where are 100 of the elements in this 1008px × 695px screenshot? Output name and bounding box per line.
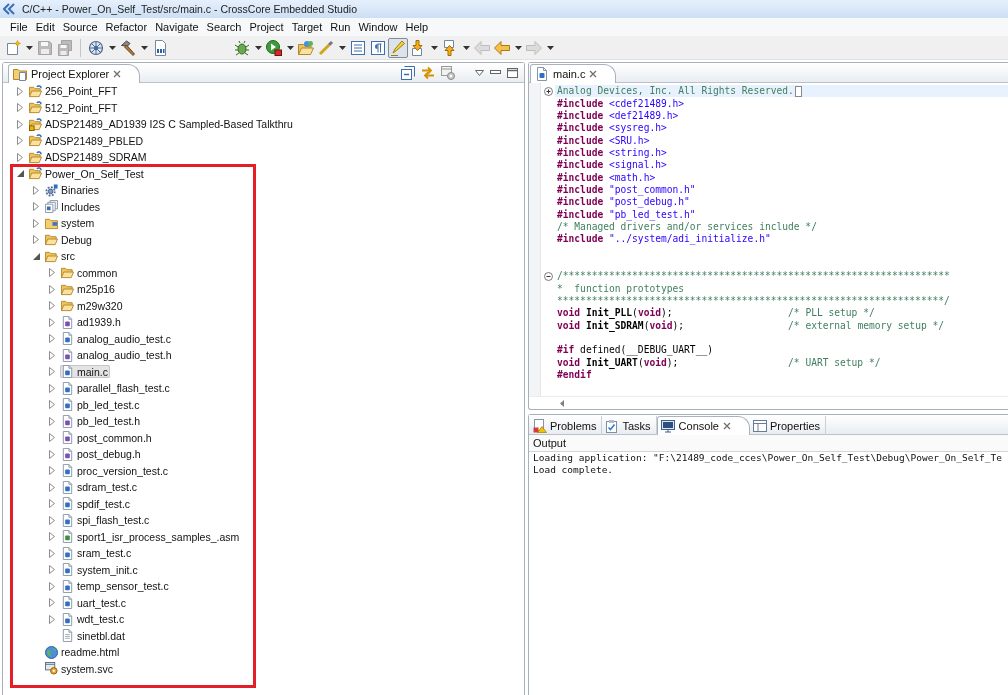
close-icon[interactable]	[113, 70, 122, 78]
caret-icon[interactable]	[254, 45, 262, 50]
view-tab[interactable]: Project Explorer	[8, 64, 141, 83]
tree-item[interactable]: system.svc	[44, 662, 115, 676]
tree-item[interactable]: m25p16	[60, 282, 117, 296]
triangle-icon[interactable]	[17, 86, 23, 96]
triangle-icon[interactable]	[49, 598, 55, 608]
toolbar-button[interactable]	[264, 37, 284, 58]
triangle-icon[interactable]	[33, 235, 39, 245]
tree-item[interactable]: src	[44, 249, 77, 263]
swap-arrows-icon[interactable]	[421, 65, 435, 80]
triangle-icon[interactable]	[17, 103, 23, 113]
triangle-icon[interactable]	[49, 515, 55, 525]
tree-item[interactable]: Binaries	[44, 183, 101, 197]
editor-tab[interactable]: main.c	[530, 64, 617, 83]
triangle-icon[interactable]	[49, 581, 55, 591]
triangle-icon[interactable]	[49, 317, 55, 327]
tree-item[interactable]: ADSP21489_SDRAM	[28, 150, 149, 164]
triangle-icon[interactable]	[49, 301, 55, 311]
caret-icon[interactable]	[108, 45, 116, 50]
tree-item[interactable]: common	[60, 266, 120, 280]
tree-item[interactable]: post_debug.h	[60, 447, 143, 461]
triangle-icon[interactable]	[49, 268, 55, 278]
minimize-icon[interactable]	[490, 70, 501, 75]
tree-item[interactable]: parallel_flash_test.c	[60, 381, 172, 395]
triangle-icon[interactable]	[33, 218, 39, 228]
triangle-icon[interactable]	[49, 565, 55, 575]
tree-item[interactable]: Includes	[44, 200, 103, 214]
tree-item[interactable]: ADSP21489_AD1939 I2S C Sampled-Based Talkthru	[28, 117, 295, 131]
tree-item[interactable]: pb_led_test.c	[60, 398, 142, 412]
menu-item[interactable]: Refactor	[101, 20, 152, 34]
window-gear-icon[interactable]	[441, 65, 455, 80]
menu-item[interactable]: Source	[58, 20, 102, 34]
close-icon[interactable]	[722, 422, 731, 430]
triangle-icon[interactable]	[17, 152, 23, 162]
tree-item[interactable]: spi_flash_test.c	[60, 513, 152, 527]
tree-item[interactable]: temp_sensor_test.c	[60, 579, 171, 593]
tree-item[interactable]: sram_test.c	[60, 546, 134, 560]
caret-icon[interactable]	[462, 45, 470, 50]
menu-item[interactable]: Search	[202, 20, 246, 34]
triangle-icon[interactable]	[49, 433, 55, 443]
tree-item[interactable]: ad1939.h	[60, 315, 123, 329]
caret-icon[interactable]	[514, 45, 522, 50]
triangle-icon[interactable]	[49, 334, 55, 344]
triangle-icon[interactable]	[49, 614, 55, 624]
maximize-icon[interactable]	[507, 67, 518, 78]
caret-icon[interactable]	[475, 69, 484, 76]
caret-icon[interactable]	[140, 45, 148, 50]
menu-item[interactable]: Window	[354, 20, 402, 34]
menu-item[interactable]: File	[6, 20, 32, 34]
tree-item[interactable]: ADSP21489_PBLED	[28, 134, 146, 148]
triangle-icon[interactable]	[49, 400, 55, 410]
triangle-icon[interactable]	[49, 383, 55, 393]
tree-item[interactable]: system	[44, 216, 97, 230]
tree-item[interactable]: system_init.c	[60, 563, 140, 577]
tree-item[interactable]: post_common.h	[60, 431, 154, 445]
tree-item[interactable]: pb_led_test.h	[60, 414, 143, 428]
tree-item[interactable]: 512_Point_FFT	[28, 101, 120, 115]
triangle-icon[interactable]	[49, 466, 55, 476]
tree-item[interactable]: Power_On_Self_Test	[28, 167, 146, 181]
collapse-all-icon[interactable]	[401, 65, 415, 80]
minus-circle-icon[interactable]	[543, 271, 553, 281]
caret-icon[interactable]	[25, 45, 33, 50]
menu-item[interactable]: Run	[326, 20, 355, 34]
caret-icon[interactable]	[430, 45, 438, 50]
triangle-icon[interactable]	[49, 499, 55, 509]
tree-item[interactable]: readme.html	[44, 645, 122, 659]
tree-item[interactable]: sdram_test.c	[60, 480, 140, 494]
menu-item[interactable]: Target	[287, 20, 327, 34]
tree-item[interactable]: uart_test.c	[60, 596, 129, 610]
view-tab[interactable]: Console	[656, 416, 750, 435]
plus-circle-icon[interactable]	[543, 86, 553, 96]
triangle-icon[interactable]	[32, 252, 40, 260]
scroll-arrow-icon[interactable]	[560, 399, 564, 407]
close-icon[interactable]	[589, 70, 598, 78]
collapsed-marker-icon[interactable]	[794, 85, 802, 97]
triangle-icon[interactable]	[16, 170, 24, 178]
menu-item[interactable]: Edit	[31, 20, 59, 34]
triangle-icon[interactable]	[49, 482, 55, 492]
toolbar-button[interactable]	[118, 37, 138, 58]
tree-item[interactable]: spdif_test.c	[60, 497, 133, 511]
tree-item[interactable]: 256_Point_FFT	[28, 84, 120, 98]
triangle-icon[interactable]	[17, 136, 23, 146]
tree-item[interactable]: analog_audio_test.h	[60, 348, 174, 362]
triangle-icon[interactable]	[17, 119, 23, 129]
triangle-icon[interactable]	[49, 284, 55, 294]
tree-item[interactable]: analog_audio_test.c	[60, 332, 173, 346]
triangle-icon[interactable]	[49, 367, 55, 377]
tree-item[interactable]: Debug	[44, 233, 94, 247]
triangle-icon[interactable]	[49, 532, 55, 542]
triangle-icon[interactable]	[49, 350, 55, 360]
triangle-icon[interactable]	[49, 548, 55, 558]
menu-item[interactable]: Project	[245, 20, 288, 34]
tree-item[interactable]: main.c	[60, 365, 110, 379]
caret-icon[interactable]	[286, 45, 294, 50]
tree-item[interactable]: sport1_isr_process_samples_.asm	[60, 530, 242, 544]
menu-item[interactable]: Help	[401, 20, 433, 34]
menu-item[interactable]: Navigate	[151, 20, 203, 34]
tree-item[interactable]: proc_version_test.c	[60, 464, 171, 478]
tree-item[interactable]: wdt_test.c	[60, 612, 127, 626]
